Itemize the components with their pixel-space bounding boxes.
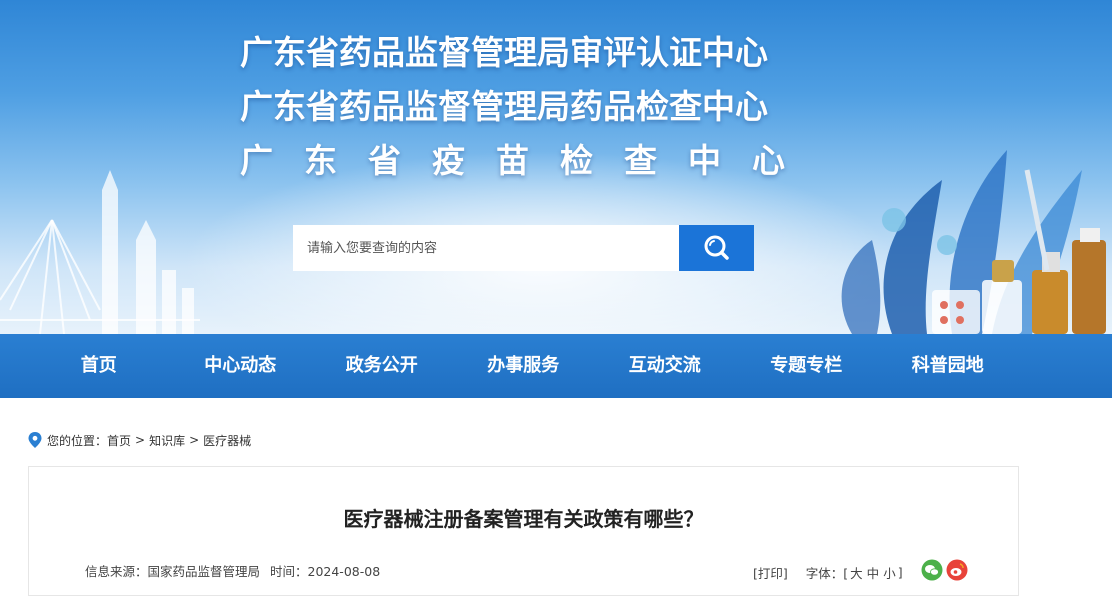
nav-item-government-affairs[interactable]: 政务公开 [311,334,453,398]
wechat-icon[interactable] [921,559,943,581]
search-bar [293,225,754,271]
font-size-large[interactable]: 大 [850,563,863,582]
nav-item-special-topics[interactable]: 专题专栏 [736,334,878,398]
search-button[interactable] [679,225,754,271]
site-title-line-2: 广东省药品监督管理局药品检查中心 [240,87,768,126]
header-banner: 广东省药品监督管理局审评认证中心 广东省药品监督管理局药品检查中心 广东省疫苗检… [0,0,1112,334]
font-size-close: ] [897,564,903,580]
nav-item-center-news[interactable]: 中心动态 [170,334,312,398]
weibo-icon[interactable] [946,559,968,581]
font-size-label: 字体：[ [805,565,849,581]
article-time: 时间：2024-08-08 [270,564,381,579]
article-title: 医疗器械注册备案管理有关政策有哪些？ [343,507,704,531]
breadcrumb-separator: > [189,433,200,447]
breadcrumb-separator: > [135,433,146,447]
site-title-line-3: 广东省疫苗检查中心 [240,141,816,180]
breadcrumb-medical-devices[interactable]: 医疗器械 [203,432,251,449]
main-nav: 首页 中心动态 政务公开 办事服务 互动交流 专题专栏 科普园地 [0,334,1112,398]
print-button[interactable]: [打印] [753,563,788,582]
nav-item-science[interactable]: 科普园地 [877,334,1019,398]
nav-item-home[interactable]: 首页 [28,334,170,398]
share-buttons [921,559,971,581]
article-source: 信息来源：国家药品监督管理局 [85,564,261,579]
breadcrumb-knowledge-base[interactable]: 知识库 [149,432,185,449]
font-size-medium[interactable]: 中 [867,563,880,582]
search-icon [704,235,729,260]
city-skyline-illustration [0,170,200,334]
medicine-plants-illustration [841,150,1106,334]
site-title-line-1: 广东省药品监督管理局审评认证中心 [240,33,768,72]
nav-item-services[interactable]: 办事服务 [453,334,595,398]
site-titles: 广东省药品监督管理局审评认证中心 广东省药品监督管理局药品检查中心 广东省疫苗检… [240,26,810,188]
location-pin-icon [28,432,42,448]
article-meta: 信息来源：国家药品监督管理局 时间：2024-08-08 [85,561,380,580]
search-input[interactable] [293,225,679,271]
breadcrumb: 您的位置： 首页 > 知识库 > 医疗器械 [28,430,251,450]
nav-item-interaction[interactable]: 互动交流 [594,334,736,398]
breadcrumb-prefix: 您的位置： [47,433,108,448]
breadcrumb-home[interactable]: 首页 [107,432,131,449]
article-card: 医疗器械注册备案管理有关政策有哪些？ 信息来源：国家药品监督管理局 时间：202… [28,466,1019,596]
font-size-small[interactable]: 小 [883,563,896,582]
